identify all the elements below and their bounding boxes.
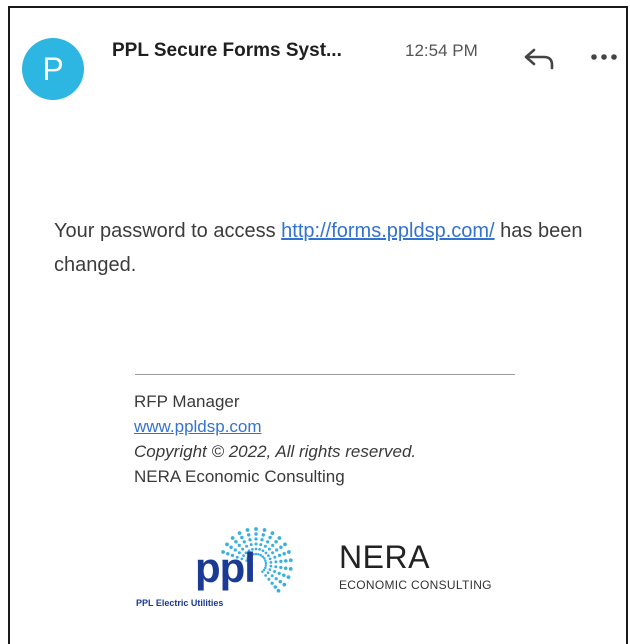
signature-company: NERA Economic Consulting <box>134 467 345 486</box>
signature-copyright: Copyright © 2022, All rights reserved. <box>134 442 417 461</box>
signature-link[interactable]: www.ppldsp.com <box>134 417 262 437</box>
email-frame: P PPL Secure Forms Syst... 12:54 PM Your… <box>8 6 628 644</box>
body-text-start: Your password to access <box>54 220 282 242</box>
more-horizontal-icon[interactable] <box>590 52 618 62</box>
signature-divider <box>135 374 515 375</box>
sender-avatar[interactable]: P <box>22 38 84 100</box>
nera-logo-word: NERA <box>339 539 430 575</box>
signature-title: RFP Manager <box>134 392 240 411</box>
sender-name[interactable]: PPL Secure Forms Syst... <box>112 40 342 62</box>
reply-arrow-icon[interactable] <box>522 46 556 70</box>
nera-logo-tagline: ECONOMIC CONSULTING <box>339 578 492 592</box>
email-time: 12:54 PM <box>405 41 478 60</box>
email-body: Your password to access http://forms.ppl… <box>54 214 614 282</box>
ppl-logo-word: ppl <box>195 544 256 591</box>
ppl-logo-tagline: PPL Electric Utilities <box>136 598 224 608</box>
avatar-letter: P <box>42 50 64 87</box>
forms-link[interactable]: http://forms.ppldsp.com/ <box>281 220 494 242</box>
